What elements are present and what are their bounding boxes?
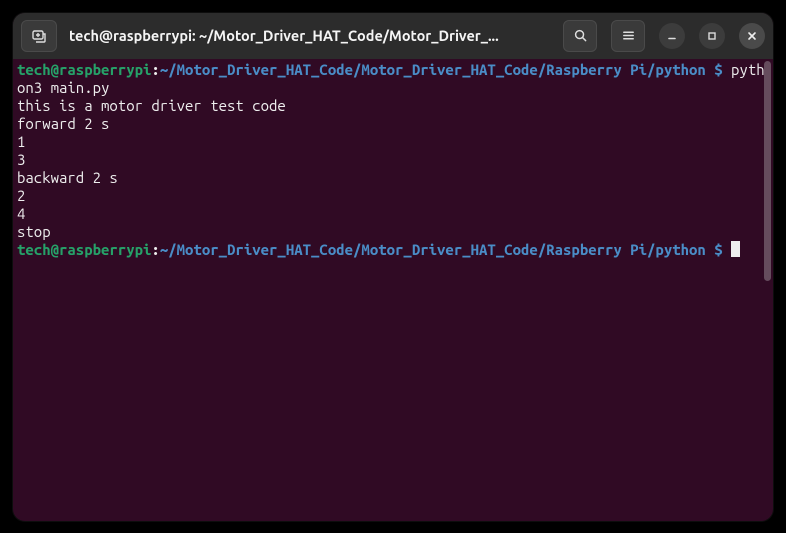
titlebar-controls [563, 20, 765, 52]
prompt-path: ~/Motor_Driver_HAT_Code/Motor_Driver_HAT… [160, 241, 706, 258]
output-line: 2 [17, 187, 769, 205]
prompt-user: tech@raspberrypi [17, 61, 151, 78]
terminal-body[interactable]: tech@raspberrypi:~/Motor_Driver_HAT_Code… [13, 59, 773, 521]
close-icon [746, 30, 758, 42]
prompt-line-1: tech@raspberrypi:~/Motor_Driver_HAT_Code… [17, 61, 769, 97]
output-line: 1 [17, 133, 769, 151]
output-line: 4 [17, 205, 769, 223]
new-tab-button[interactable] [21, 20, 57, 52]
output-line: 3 [17, 151, 769, 169]
scrollbar-thumb[interactable] [764, 61, 771, 281]
window-title: tech@raspberrypi: ~/Motor_Driver_HAT_Cod… [65, 27, 555, 44]
prompt-path: ~/Motor_Driver_HAT_Code/Motor_Driver_HAT… [160, 61, 706, 78]
output-line: forward 2 s [17, 115, 769, 133]
cursor [731, 241, 740, 257]
minimize-icon [666, 30, 678, 42]
output-line: this is a motor driver test code [17, 97, 769, 115]
minimize-button[interactable] [659, 23, 685, 49]
prompt-dollar: $ [706, 241, 731, 258]
search-button[interactable] [563, 20, 597, 52]
output-line: backward 2 s [17, 169, 769, 187]
prompt-separator: : [151, 241, 159, 258]
maximize-icon [706, 30, 718, 42]
hamburger-icon [621, 28, 636, 43]
prompt-line-2: tech@raspberrypi:~/Motor_Driver_HAT_Code… [17, 241, 769, 259]
terminal-window: tech@raspberrypi: ~/Motor_Driver_HAT_Cod… [13, 13, 773, 521]
prompt-dollar: $ [706, 61, 731, 78]
new-tab-icon [31, 28, 47, 44]
search-icon [573, 28, 588, 43]
maximize-button[interactable] [699, 23, 725, 49]
output-line: stop [17, 223, 769, 241]
prompt-separator: : [151, 61, 159, 78]
menu-button[interactable] [611, 20, 645, 52]
prompt-user: tech@raspberrypi [17, 241, 151, 258]
titlebar: tech@raspberrypi: ~/Motor_Driver_HAT_Cod… [13, 13, 773, 59]
close-button[interactable] [739, 23, 765, 49]
